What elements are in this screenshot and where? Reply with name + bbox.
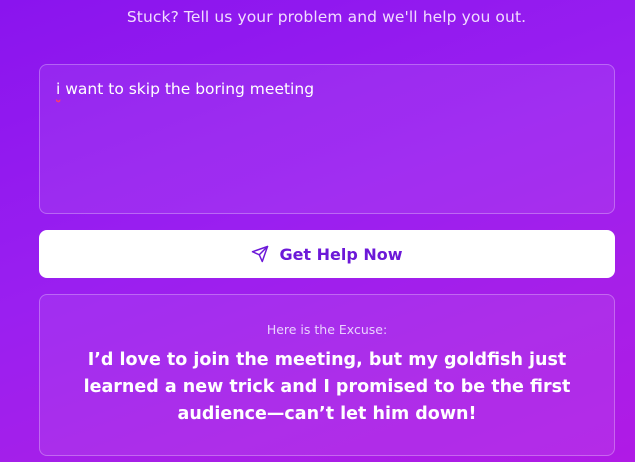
excuse-card: Here is the Excuse: I’d love to join the…: [39, 294, 615, 456]
send-icon: [251, 245, 269, 263]
excuse-heading: Here is the Excuse:: [266, 322, 388, 337]
get-help-button[interactable]: Get Help Now: [39, 230, 615, 278]
problem-text-rest: want to skip the boring meeting: [60, 80, 315, 98]
page-tagline: Stuck? Tell us your problem and we'll he…: [126, 8, 527, 26]
problem-textarea[interactable]: i want to skip the boring meeting: [39, 64, 615, 214]
get-help-button-label: Get Help Now: [279, 244, 403, 264]
problem-text[interactable]: i want to skip the boring meeting: [56, 78, 598, 101]
excuse-text: I’d love to join the meeting, but my gol…: [83, 350, 571, 424]
